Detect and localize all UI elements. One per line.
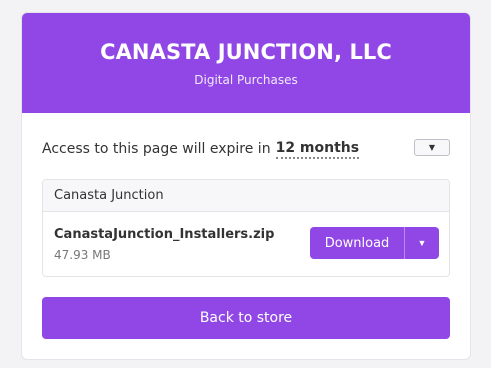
file-item: CanastaJunction_Installers.zip 47.93 MB … xyxy=(43,212,449,276)
download-options-button[interactable]: ▼ xyxy=(404,227,439,259)
file-size: 47.93 MB xyxy=(54,248,111,262)
access-expiry-row: Access to this page will expire in 12 mo… xyxy=(42,137,450,161)
access-expiry-duration[interactable]: 12 months xyxy=(275,140,360,159)
purchase-card: CANASTA JUNCTION, LLC Digital Purchases … xyxy=(21,12,471,360)
back-to-store-button[interactable]: Back to store xyxy=(42,297,450,339)
caret-down-icon: ▼ xyxy=(428,143,436,152)
file-name: CanastaJunction_Installers.zip xyxy=(54,227,275,242)
files-list: Canasta Junction CanastaJunction_Install… xyxy=(42,179,450,277)
files-group-title: Canasta Junction xyxy=(43,180,449,212)
expiry-dropdown[interactable]: ▼ xyxy=(414,139,450,156)
download-button[interactable]: Download xyxy=(310,227,404,259)
page-subtitle: Digital Purchases xyxy=(194,72,298,87)
store-name: CANASTA JUNCTION, LLC xyxy=(100,39,392,64)
download-button-group: Download ▼ xyxy=(310,227,439,259)
store-header: CANASTA JUNCTION, LLC Digital Purchases xyxy=(22,13,470,113)
caret-down-icon: ▼ xyxy=(417,238,427,248)
access-expiry-text: Access to this page will expire in xyxy=(42,141,271,157)
